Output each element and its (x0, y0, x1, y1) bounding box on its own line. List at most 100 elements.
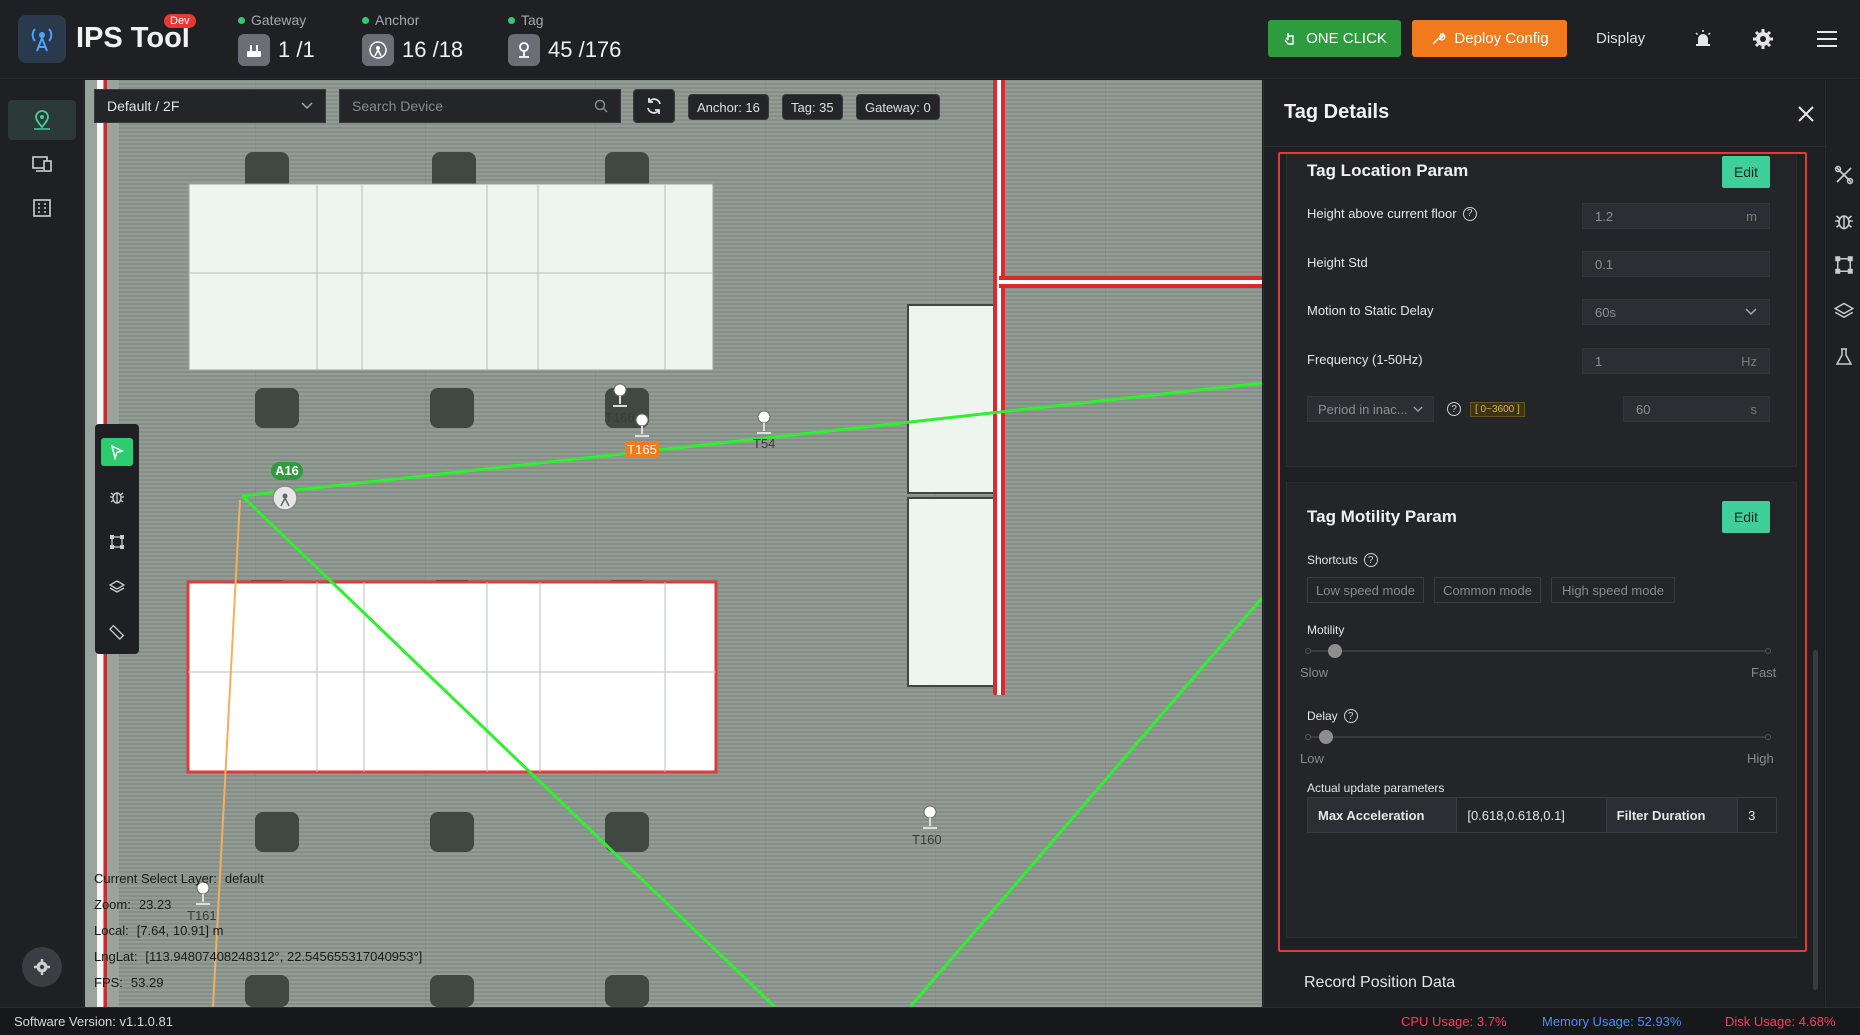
map-pin-icon (34, 110, 50, 130)
polygon-select-icon (110, 535, 124, 549)
stat-anchor-value: 16 /18 (402, 37, 464, 62)
bench-right (907, 304, 999, 687)
app-root: IPS Tool Dev Gateway 1 /1 Anchor 16 /18 … (0, 0, 1860, 1035)
info-lnglat-key: LngLat: (94, 949, 138, 964)
gear-icon (34, 959, 50, 975)
right-tool-strip (1825, 80, 1860, 1007)
desk-group-top (188, 183, 714, 371)
cpu-usage-key: CPU Usage: (1401, 1014, 1474, 1029)
record-position-title[interactable]: Record Position Data (1304, 974, 1455, 992)
floor-select-value: Default / 2F (107, 98, 180, 114)
stat-tag: Tag 45 /176 (508, 12, 621, 66)
deploy-config-button[interactable]: Deploy Config (1412, 20, 1567, 57)
deploy-config-label: Deploy Config (1454, 30, 1549, 47)
desk-group-selected (186, 580, 718, 774)
info-zoom-value: 23.23 (138, 897, 172, 912)
software-version: Software Version: v1.1.0.81 (14, 1014, 173, 1029)
disk-usage-value: 4.68% (1798, 1014, 1836, 1029)
hamburger-menu-icon[interactable] (1814, 26, 1840, 52)
memory-usage-value: 52.93% (1637, 1014, 1682, 1029)
info-local-value: [7.64, 10.91] m (136, 923, 224, 938)
floor-map[interactable]: T166 T165 T54 T160 T161 A16 Default / 2F… (85, 80, 1262, 1007)
tag-icon (508, 34, 540, 66)
flask-icon[interactable] (1831, 344, 1857, 370)
tag-marker-t54[interactable]: T54 (753, 410, 775, 451)
search-device-input[interactable]: Search Device (339, 89, 621, 123)
area-tool[interactable] (101, 528, 133, 556)
app-logo (18, 15, 66, 63)
floor-select[interactable]: Default / 2F (94, 89, 326, 123)
tools-icon[interactable] (1831, 162, 1857, 188)
display-menu[interactable]: Display (1596, 30, 1645, 47)
tag-label-t160: T160 (912, 832, 942, 847)
info-lnglat-value: [113.94807408248312°, 22.545655317040953… (145, 949, 423, 964)
one-click-button[interactable]: ONE CLICK (1268, 20, 1401, 57)
devices-icon (32, 156, 52, 172)
status-footer: Software Version: v1.1.0.81 CPU Usage: 3… (0, 1007, 1860, 1035)
settings-gear-icon[interactable] (1750, 26, 1776, 52)
tag-details-panel: Tag Details Tag Location Param Edit Heig… (1263, 80, 1825, 1007)
refresh-button[interactable] (633, 89, 675, 123)
layers-tool[interactable] (101, 573, 133, 601)
sidebar-item-buildings[interactable] (8, 188, 76, 228)
select-tool[interactable] (101, 438, 133, 466)
left-sidebar (0, 80, 84, 1007)
measure-tool[interactable] (101, 618, 133, 646)
cpu-usage-value: 3.7% (1476, 1014, 1507, 1029)
info-local-key: Local: (94, 923, 129, 938)
sidebar-item-map[interactable] (8, 100, 76, 140)
hand-pointer-icon (1284, 32, 1294, 45)
close-panel-button[interactable] (1794, 102, 1818, 126)
tag-label-t165: T165 (627, 442, 657, 457)
anchor-marker-a16[interactable]: A16 (271, 462, 303, 511)
tag-label-t54: T54 (753, 436, 775, 451)
chevron-down-icon (301, 102, 313, 110)
info-zoom-key: Zoom: (94, 897, 131, 912)
disk-usage: Disk Usage: 4.68% (1725, 1014, 1836, 1029)
wrench-icon (1432, 31, 1446, 44)
chip-anchor-count[interactable]: Anchor: 16 (688, 94, 769, 120)
map-tools-panel (95, 424, 139, 654)
highlight-selection-box (1278, 152, 1807, 952)
refresh-icon (647, 98, 661, 114)
dev-badge: Dev (164, 14, 196, 28)
stat-anchor-label: Anchor (375, 12, 420, 28)
sidebar-settings-button[interactable] (22, 947, 62, 987)
disk-usage-key: Disk Usage: (1725, 1014, 1796, 1029)
map-info-readout: Current Select Layer: default Zoom: 23.23 … (94, 866, 422, 996)
memory-usage: Memory Usage: 52.93% (1542, 1014, 1681, 1029)
tag-marker-t160[interactable]: T160 (912, 805, 942, 847)
building-icon (33, 199, 51, 217)
tag-label-t166: T166 (605, 410, 635, 425)
bug-icon[interactable] (1831, 208, 1857, 234)
debug-tool[interactable] (101, 483, 133, 511)
stat-gateway: Gateway 1 /1 (238, 12, 315, 66)
cursor-arrow-icon (110, 444, 125, 460)
alarm-icon[interactable] (1690, 26, 1716, 52)
panel-scrollbar[interactable] (1813, 650, 1818, 990)
sidebar-item-devices[interactable] (8, 144, 76, 184)
chip-tag-count[interactable]: Tag: 35 (782, 94, 843, 120)
anchor-icon (362, 34, 394, 66)
info-layer-key: Current Select Layer: (94, 871, 217, 886)
chip-gateway-count[interactable]: Gateway: 0 (856, 94, 940, 120)
anchor-label-a16: A16 (275, 463, 299, 478)
search-device-placeholder: Search Device (352, 98, 444, 114)
stat-tag-value: 45 /176 (548, 37, 622, 62)
bug-icon (110, 492, 124, 504)
layers-icon (109, 580, 125, 593)
search-icon (594, 99, 608, 113)
stat-gateway-value: 1 /1 (278, 37, 315, 62)
one-click-label: ONE CLICK (1306, 30, 1387, 47)
cpu-usage: CPU Usage: 3.7% (1401, 1014, 1507, 1029)
memory-usage-key: Memory Usage: (1542, 1014, 1634, 1029)
polygon-select-icon[interactable] (1831, 252, 1857, 278)
layers-icon[interactable] (1831, 298, 1857, 324)
antenna-icon (31, 28, 53, 52)
stat-gateway-label: Gateway (251, 12, 307, 28)
panel-title: Tag Details (1284, 101, 1390, 123)
info-layer-value: default (224, 871, 264, 886)
stat-tag-label: Tag (521, 12, 544, 28)
info-fps-value: 53.29 (130, 975, 164, 990)
close-icon (1798, 106, 1814, 122)
